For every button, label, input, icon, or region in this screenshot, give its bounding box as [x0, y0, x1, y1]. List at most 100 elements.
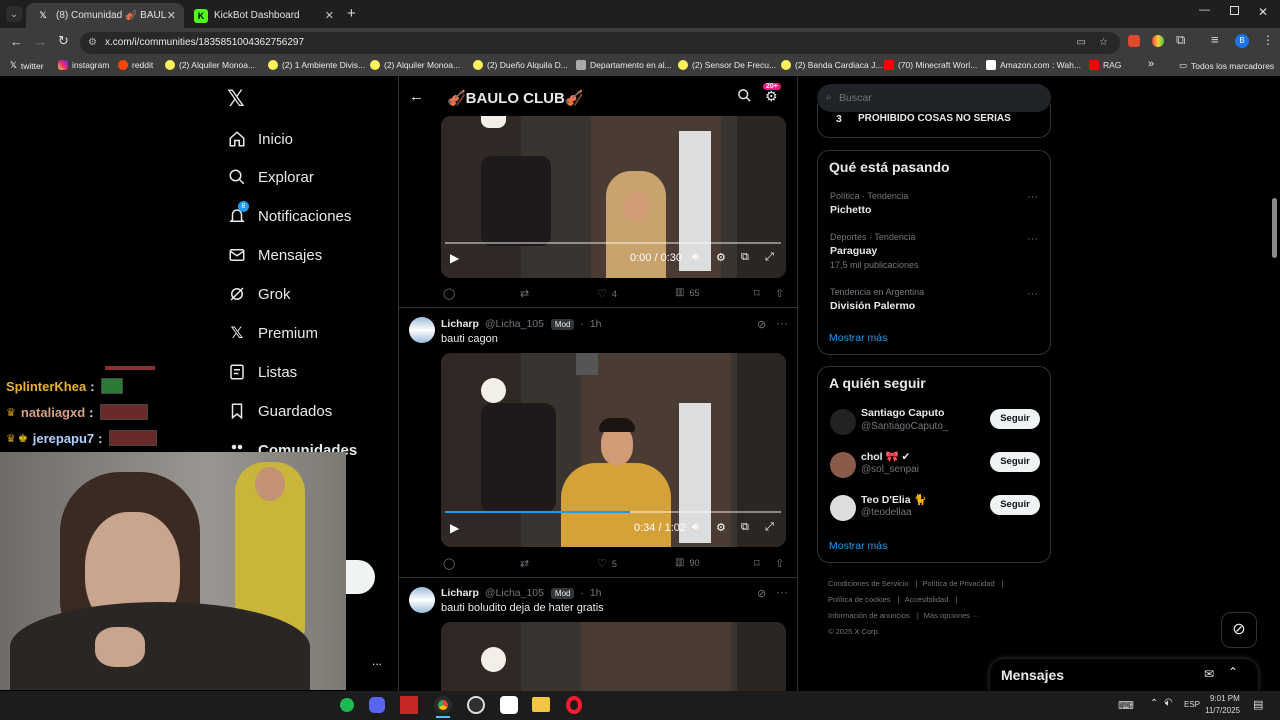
follow-suggestion[interactable]: Santiago Caputo @SantiagoCaputo_ Seguir: [830, 407, 1040, 441]
reply-button[interactable]: ◯: [443, 287, 455, 300]
clock-date[interactable]: 11/7/2025: [1205, 706, 1240, 715]
language-indicator[interactable]: ESP: [1184, 700, 1200, 709]
opera-icon[interactable]: [566, 696, 582, 714]
trend-item[interactable]: Política · Tendencia Pichetto: [830, 191, 908, 216]
more-bookmarks-icon[interactable]: »: [1148, 58, 1154, 70]
bookmark-item[interactable]: (2) Sensor De Frecu...: [678, 60, 776, 70]
extension-icon[interactable]: [1128, 35, 1140, 47]
repost-button[interactable]: ⇄: [520, 557, 529, 570]
video-player[interactable]: ▶ 0:34 / 1:02 🔊︎ ⚙ ⧉ ⤢: [441, 353, 786, 547]
bookmark-button[interactable]: ⌑: [754, 557, 760, 570]
discord-icon[interactable]: [369, 697, 385, 713]
follow-button[interactable]: Seguir: [990, 495, 1040, 515]
pip-icon[interactable]: ⧉: [741, 251, 749, 264]
avatar[interactable]: [409, 587, 435, 613]
site-info-icon[interactable]: ⚙: [88, 32, 97, 54]
more-icon[interactable]: ···: [776, 585, 788, 599]
author-handle[interactable]: @Licha_105: [485, 587, 544, 599]
extensions-puzzle-icon[interactable]: ⧉: [1176, 32, 1185, 48]
nav-notificaciones[interactable]: 8 Notificaciones: [228, 201, 351, 231]
play-icon[interactable]: ▶: [450, 251, 459, 265]
chrome-icon[interactable]: [434, 696, 452, 714]
fullscreen-icon[interactable]: ⤢: [765, 251, 774, 264]
nav-grok[interactable]: Grok: [228, 279, 291, 309]
author-name[interactable]: Licharp: [441, 318, 479, 330]
community-settings-icon[interactable]: ⚙: [765, 88, 778, 105]
close-tab-icon[interactable]: ✕: [325, 9, 334, 22]
author-handle[interactable]: @Licha_105: [485, 318, 544, 330]
follow-button[interactable]: Seguir: [990, 409, 1040, 429]
like-button[interactable]: ♡ 4: [597, 287, 617, 300]
new-tab-button[interactable]: +: [347, 5, 356, 22]
bookmark-item[interactable]: (70) Minecraft Worl...: [884, 60, 977, 70]
views-button[interactable]: ▥ 65: [675, 287, 699, 298]
tray-chevron-icon[interactable]: ⌃: [1150, 698, 1158, 709]
tab-kickbot[interactable]: K KickBot Dashboard ✕: [184, 3, 342, 28]
bookmark-item[interactable]: 𝕏twitter: [10, 60, 44, 71]
back-icon[interactable]: ←: [10, 34, 23, 49]
pip-icon[interactable]: ⧉: [741, 521, 749, 534]
views-button[interactable]: ▥ 90: [675, 557, 699, 568]
avatar[interactable]: [409, 317, 435, 343]
more-icon[interactable]: ···: [1027, 288, 1038, 300]
fullscreen-icon[interactable]: ⤢: [765, 521, 774, 534]
reload-icon[interactable]: ↻: [58, 33, 69, 49]
bookmark-item[interactable]: (2) Banda Cardiaca J...: [781, 60, 882, 70]
bookmark-item[interactable]: Departamento en al...: [576, 60, 672, 70]
post-time[interactable]: 1h: [590, 587, 602, 599]
grok-icon[interactable]: ⊘: [757, 587, 766, 600]
notification-center-icon[interactable]: ▤: [1253, 698, 1263, 711]
nav-explorar[interactable]: Explorar: [228, 162, 314, 192]
bookmark-item[interactable]: (2) Dueño Alquila D...: [473, 60, 568, 70]
progress-track[interactable]: [445, 242, 781, 244]
profile-avatar[interactable]: B: [1235, 34, 1249, 48]
clock-time[interactable]: 9:01 PM: [1210, 694, 1240, 703]
bookmark-item[interactable]: (2) Alquiler Monoa...: [165, 60, 255, 70]
bookmark-item[interactable]: (2) 1 Ambiente Divis...: [268, 60, 365, 70]
bookmark-button[interactable]: ⌑: [754, 287, 760, 300]
grok-fab[interactable]: ⊘: [1221, 612, 1257, 648]
trend-item[interactable]: Tendencia en Argentina División Palermo: [830, 287, 924, 312]
back-arrow-icon[interactable]: ←: [409, 88, 424, 105]
settings-icon[interactable]: ⚙: [716, 521, 726, 534]
bookmark-item[interactable]: Amazon.com : Wah...: [986, 60, 1081, 70]
tab-comunidad[interactable]: 𝕏 (8) Comunidad 🎻 BAULO CLUB ✕: [26, 3, 184, 28]
repost-button[interactable]: ⇄: [520, 287, 529, 300]
volume-icon[interactable]: 🔊︎: [692, 251, 699, 264]
play-icon[interactable]: ▶: [450, 521, 459, 535]
video-player[interactable]: ▶ 0:00 / 0:30 🔊︎ ⚙ ⧉ ⤢: [441, 116, 786, 278]
messages-drawer[interactable]: Mensajes ✉ ⌃: [990, 659, 1258, 691]
settings-icon[interactable]: ⚙: [716, 251, 726, 264]
capcut-icon[interactable]: [500, 696, 518, 714]
nav-premium[interactable]: 𝕏 Premium: [228, 318, 318, 348]
more-options-icon[interactable]: ...: [372, 654, 382, 668]
show-more-link[interactable]: Mostrar más: [829, 540, 887, 552]
obs-icon[interactable]: [467, 696, 485, 714]
app-icon[interactable]: [400, 696, 418, 714]
forward-icon[interactable]: →: [34, 34, 47, 49]
nav-listas[interactable]: Listas: [228, 357, 297, 387]
x-logo-icon[interactable]: 𝕏: [227, 86, 245, 112]
share-button[interactable]: ⇧: [775, 287, 784, 300]
minimize-icon[interactable]: —: [1199, 4, 1210, 16]
search-icon[interactable]: [737, 88, 752, 108]
close-window-icon[interactable]: ✕: [1258, 5, 1268, 19]
bookmark-item[interactable]: instagram: [58, 60, 109, 70]
nav-inicio[interactable]: Inicio: [228, 124, 293, 154]
star-icon[interactable]: ☆: [1099, 32, 1108, 54]
like-button[interactable]: ♡ 5: [597, 557, 617, 570]
nav-guardados[interactable]: Guardados: [228, 396, 332, 426]
bookmark-item[interactable]: (2) Alquiler Monoa...: [370, 60, 460, 70]
show-more-link[interactable]: Mostrar más: [829, 332, 887, 344]
more-icon[interactable]: ···: [776, 316, 788, 330]
new-message-icon[interactable]: ✉: [1204, 667, 1214, 681]
restore-icon[interactable]: [1230, 6, 1239, 15]
more-icon[interactable]: ···: [1027, 191, 1038, 203]
extension-icon[interactable]: [1152, 35, 1164, 47]
grok-icon[interactable]: ⊘: [757, 318, 766, 331]
follow-suggestion[interactable]: chol 🎀 ✔ @sol_senpai Seguir: [830, 450, 1040, 484]
reading-list-icon[interactable]: ≡: [1211, 32, 1219, 47]
more-icon[interactable]: ···: [1027, 233, 1038, 245]
spotify-icon[interactable]: [340, 698, 354, 712]
tab-search-button[interactable]: ⌄: [6, 6, 22, 22]
